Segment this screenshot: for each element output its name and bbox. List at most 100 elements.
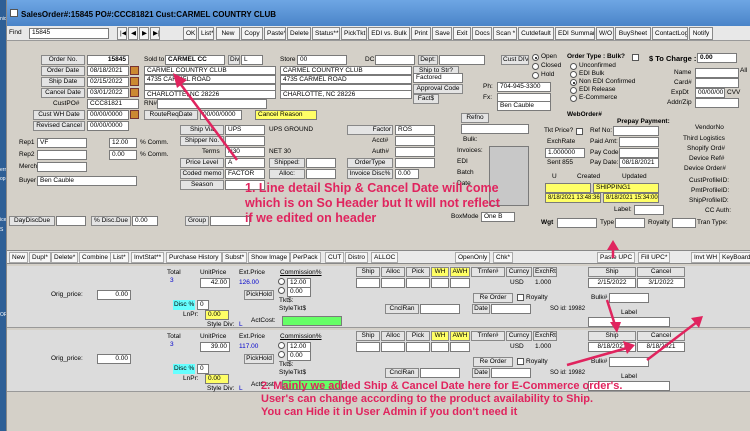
ok-button[interactable]: OK — [183, 27, 197, 40]
alloc-qty-field[interactable] — [381, 342, 405, 352]
sold-addr-field[interactable]: 4735 CARMEL ROAD — [144, 75, 276, 84]
comm-radio[interactable] — [278, 278, 285, 285]
scan-button[interactable]: Scan * — [493, 27, 517, 40]
ref-no-field[interactable] — [613, 126, 659, 136]
tab-invt-wh[interactable]: Invt WH — [691, 252, 721, 263]
rep2-pct-field[interactable]: 0.00 — [109, 150, 137, 160]
line-ship-date-field[interactable]: 8/18/2021 — [588, 342, 636, 352]
group-field[interactable] — [210, 216, 250, 226]
tab-purchase-history[interactable]: Purchase History — [166, 252, 222, 263]
disc-field[interactable]: 0 — [197, 364, 209, 374]
tab-keyboard[interactable]: KeyBoard — [719, 252, 750, 263]
docs-button[interactable]: Docs — [472, 27, 492, 40]
tab-alloc[interactable]: ALLOC — [371, 252, 399, 263]
cnclran-field[interactable] — [420, 368, 460, 378]
tkt-price-checkbox[interactable] — [576, 128, 583, 135]
ship-date-field[interactable]: 02/15/2022 — [87, 77, 129, 87]
wh-field[interactable] — [431, 278, 449, 288]
bulk-checkbox[interactable] — [632, 54, 639, 61]
dc-field[interactable] — [375, 55, 415, 65]
phone-field[interactable]: 704-945-3300 — [497, 82, 551, 92]
rep2-field[interactable] — [37, 150, 87, 160]
list-button[interactable]: List* — [198, 27, 214, 40]
rep1-field[interactable]: VF — [37, 138, 87, 148]
last-record-button[interactable]: ▶| — [150, 27, 160, 40]
tab-paste-upc[interactable]: Paste UPC — [597, 252, 636, 263]
new-button[interactable]: New — [216, 27, 240, 40]
royalty-checkbox[interactable] — [517, 294, 524, 301]
delete-button[interactable]: Delete — [287, 27, 311, 40]
refno-field[interactable] — [461, 124, 529, 134]
tab-subst[interactable]: Subst* — [222, 252, 248, 263]
factored-field[interactable]: Factored — [413, 73, 463, 83]
pick-qty-field[interactable] — [406, 342, 430, 352]
ordertype-field[interactable] — [395, 158, 435, 168]
next-record-button[interactable]: ▶ — [139, 27, 149, 40]
edi-summary-button[interactable]: EDI Summary — [555, 27, 595, 40]
sold-to-field[interactable]: CARMEL CC — [165, 55, 225, 65]
comm2-radio[interactable] — [278, 287, 285, 294]
buyer-field[interactable]: Ben Cauble — [37, 176, 137, 186]
store-field[interactable]: 00 — [297, 55, 347, 65]
tab-chk[interactable]: Chk* — [493, 252, 514, 263]
factor-field[interactable]: ROS — [395, 125, 435, 135]
contact-field[interactable]: Ben Cauble — [497, 101, 551, 111]
tab-new[interactable]: New — [9, 252, 29, 263]
date-field[interactable] — [491, 304, 531, 314]
expdt-field[interactable]: 00/00/00 — [695, 88, 725, 98]
line-ship-date-field[interactable]: 2/15/2022 — [588, 278, 636, 288]
rep1-pct-field[interactable]: 12.00 — [109, 138, 137, 148]
tab-openonly[interactable]: OpenOnly — [455, 252, 491, 263]
prev-record-button[interactable]: ◀ — [128, 27, 138, 40]
tab-combine[interactable]: Combine — [79, 252, 112, 263]
ship-qty-field[interactable] — [356, 278, 380, 288]
lnpr-field[interactable]: 0.00 — [205, 374, 229, 384]
exchrate-field[interactable]: 1.000000 — [545, 148, 585, 158]
picktkt-button[interactable]: PickTkt — [341, 27, 367, 40]
custpo-field[interactable]: CCC81821 — [87, 99, 139, 109]
merch-field[interactable] — [37, 162, 87, 172]
tab-invtstat[interactable]: InvtStat** — [131, 252, 165, 263]
notify-button[interactable]: Notify — [689, 27, 713, 40]
otype-ecom-radio[interactable] — [570, 95, 577, 102]
acct-field[interactable] — [395, 136, 435, 146]
cnclran-button[interactable]: CnclRan — [385, 304, 419, 314]
awh-field[interactable] — [450, 342, 470, 352]
find-input[interactable]: 15845 — [29, 28, 109, 39]
terms-field[interactable]: N30 — [225, 147, 265, 157]
to-charge-field[interactable]: 0.00 — [697, 53, 737, 63]
tab-fill-upc[interactable]: Fill UPC* — [638, 252, 671, 263]
price-level-field[interactable]: A — [225, 158, 265, 168]
dept-field[interactable] — [439, 55, 485, 65]
line-cancel-date-field[interactable]: 8/18/2021 — [637, 342, 685, 352]
cnclran-field[interactable] — [420, 304, 460, 314]
reorder-button[interactable]: Re Order — [473, 293, 513, 303]
lnpr-field[interactable]: 0.00 — [205, 310, 229, 320]
cancel-date-field[interactable]: 03/01/2022 — [87, 88, 129, 98]
buysheet-button[interactable]: BuySheet — [615, 27, 651, 40]
status-closed-radio[interactable] — [532, 63, 539, 70]
comm-radio[interactable] — [278, 342, 285, 349]
card-field[interactable] — [695, 78, 739, 88]
bulk-field[interactable] — [609, 357, 649, 367]
auth-field[interactable] — [395, 147, 435, 157]
status-open-radio[interactable] — [532, 54, 539, 61]
save-button[interactable]: Save — [432, 27, 452, 40]
div-field[interactable]: L — [241, 55, 263, 65]
wh-field[interactable] — [431, 342, 449, 352]
sold-name-field[interactable]: CARMEL COUNTRY CLUB — [144, 66, 276, 75]
custwh-field[interactable]: 00/00/0000 — [87, 110, 129, 120]
edi-vs-bulk-button[interactable]: EDI vs. Bulk — [368, 27, 410, 40]
order-no-field[interactable]: 15845 — [87, 55, 129, 65]
date-button[interactable]: Date — [472, 304, 490, 314]
print-button[interactable]: Print — [411, 27, 431, 40]
first-record-button[interactable]: |◀ — [117, 27, 127, 40]
otype-edi-release-radio[interactable] — [570, 87, 577, 94]
line-label-field[interactable] — [588, 317, 670, 327]
day-disc-due-field[interactable] — [56, 216, 86, 226]
royalty-field[interactable] — [672, 218, 696, 228]
tab-delete[interactable]: Delete* — [51, 252, 79, 263]
bulk-field[interactable] — [609, 293, 649, 303]
reorder-button[interactable]: Re Order — [473, 357, 513, 367]
wgt-field[interactable] — [557, 218, 597, 228]
